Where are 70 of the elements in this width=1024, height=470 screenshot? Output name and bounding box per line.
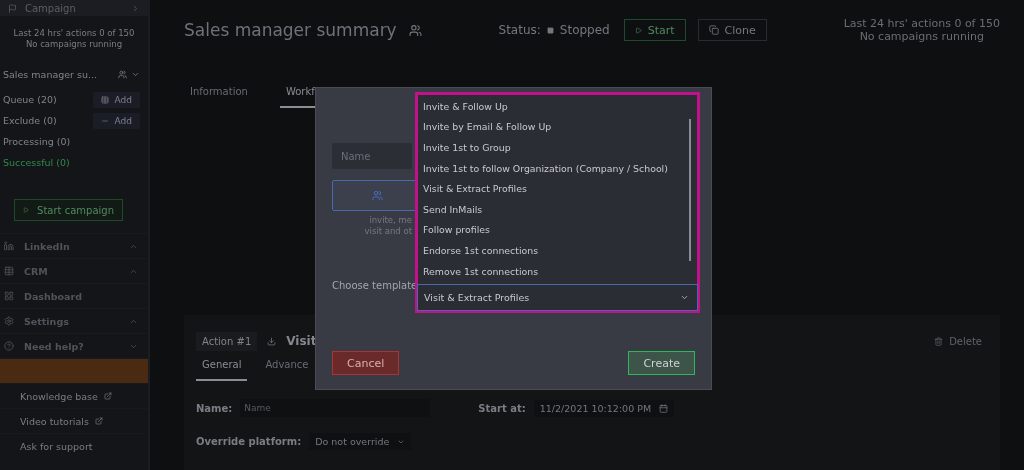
flag-icon	[8, 3, 17, 13]
list-label[interactable]: Queue (20)	[3, 94, 57, 105]
name-field[interactable]: Name	[332, 143, 412, 169]
nav-icon	[4, 341, 14, 351]
status-value: Stopped	[559, 23, 610, 37]
help-link[interactable]: Knowledge base	[20, 390, 98, 402]
highlighted-menu-item[interactable]	[0, 358, 148, 383]
list-label[interactable]: Successful (0)	[3, 157, 70, 168]
template-label: Choose template	[332, 280, 419, 291]
sidebar-header: Campaign	[25, 2, 77, 14]
dropdown-option[interactable]: Send InMails	[423, 198, 685, 220]
name-field[interactable]: Name	[240, 399, 431, 417]
create-button[interactable]: Create	[628, 351, 695, 375]
nav-icon	[4, 316, 14, 326]
delete-button[interactable]: Delete	[928, 334, 988, 348]
dropdown-option[interactable]: Invite & Follow Up	[423, 96, 685, 117]
start-campaign-button[interactable]: Start campaign	[14, 199, 123, 221]
chevron-right-icon[interactable]	[131, 3, 140, 13]
table-icon	[100, 95, 109, 104]
external-link-icon	[94, 417, 103, 425]
stats-text: Last 24 hrs' actions 0 of 150	[843, 17, 1000, 30]
users-icon	[408, 23, 422, 37]
dropdown-option[interactable]: Remove 1st connections	[423, 260, 685, 282]
cancel-button[interactable]: Cancel	[332, 351, 400, 375]
caret-icon	[680, 293, 689, 302]
stats-text: No campaigns running	[859, 30, 984, 43]
dropdown-option[interactable]: Endorse 1st connections	[423, 240, 685, 261]
campaign-stats-text: Last 24 hrs' actions 0 of 150	[13, 28, 135, 38]
nav-icon	[4, 266, 14, 276]
action-title: Visit	[286, 334, 317, 348]
campaign-title: Sales manager summary	[184, 20, 397, 40]
list-label[interactable]: Exclude (0)	[3, 115, 57, 126]
dropdown-option[interactable]: Invite 1st to follow Organization (Company / School)	[423, 157, 685, 179]
copy-icon	[708, 25, 719, 35]
nav-icon	[4, 241, 14, 251]
scrollbar[interactable]	[689, 119, 691, 261]
add-button[interactable]: Add	[92, 112, 140, 129]
start-button[interactable]: Start	[623, 19, 686, 41]
tab[interactable]: Advance	[259, 359, 315, 381]
download-icon	[267, 336, 277, 346]
calendar-icon	[659, 403, 669, 413]
dropdown-option[interactable]: Follow profiles	[423, 219, 685, 241]
start-at-label: Start at:	[478, 402, 526, 414]
description-text: visit and ot	[364, 226, 412, 236]
play-icon	[23, 206, 30, 214]
play-icon	[634, 26, 642, 34]
dropdown-option[interactable]: Visit & Extract Profiles	[423, 178, 685, 199]
dropdown-option[interactable]: Invite 1st to Group	[423, 137, 685, 158]
name-label: Name:	[196, 402, 233, 414]
dropdown-option[interactable]: Invite by Email & Follow Up	[423, 116, 685, 138]
campaign-select[interactable]: Sales manager su...	[3, 68, 98, 80]
clone-button[interactable]: Clone	[697, 19, 767, 41]
help-link[interactable]: Video tutorials	[20, 415, 89, 427]
help-link[interactable]: Ask for support	[20, 440, 93, 452]
trash-icon	[934, 336, 944, 346]
users-icon	[118, 69, 127, 79]
platform-label: Override platform:	[196, 436, 302, 447]
template-select[interactable]: Visit & Extract Profiles	[417, 284, 698, 311]
campaign-stats-text: No campaigns running	[25, 39, 123, 49]
platform-select[interactable]: Do not override	[309, 433, 412, 450]
users-icon	[371, 190, 383, 201]
nav-icon	[4, 291, 14, 301]
tab[interactable]: Information	[184, 86, 254, 108]
action-badge: Action #1	[196, 331, 258, 351]
date-field[interactable]: 11/2/2021 10:12:00 PM	[533, 399, 675, 417]
tab[interactable]: General	[196, 359, 248, 381]
status-label: Status:	[498, 23, 541, 37]
add-button[interactable]: Add	[92, 91, 140, 108]
list-label[interactable]: Processing (0)	[3, 136, 71, 147]
external-link-icon	[103, 392, 112, 400]
